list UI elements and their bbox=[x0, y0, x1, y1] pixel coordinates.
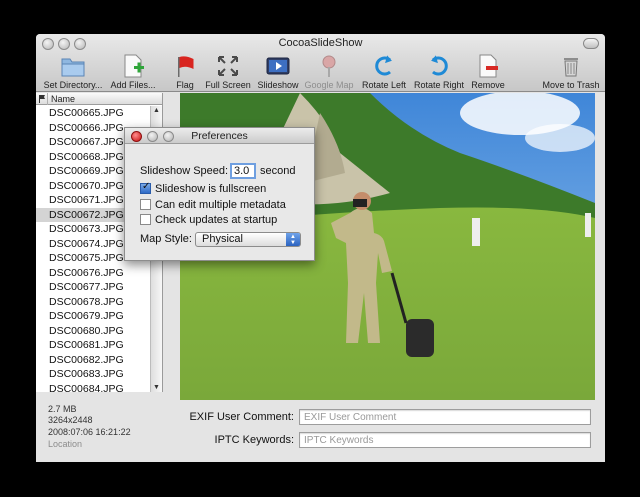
iptc-keywords-label: IPTC Keywords: bbox=[214, 434, 294, 446]
rotate-right-button[interactable]: Rotate Right bbox=[412, 54, 466, 90]
check-updates-checkbox[interactable] bbox=[140, 214, 151, 225]
full-screen-button[interactable]: Full Screen bbox=[204, 54, 252, 90]
window-toolbar: CocoaSlideShow Set Directory... Add File… bbox=[36, 34, 605, 92]
map-style-label: Map Style: bbox=[140, 233, 192, 245]
move-to-trash-button[interactable]: Move to Trash bbox=[538, 54, 604, 90]
flag-button[interactable]: Flag bbox=[172, 54, 198, 90]
rotate-left-button[interactable]: Rotate Left bbox=[360, 54, 408, 90]
speed-unit-label: second bbox=[260, 165, 296, 177]
add-files-button[interactable]: Add Files... bbox=[108, 54, 158, 90]
exif-comment-label: EXIF User Comment: bbox=[189, 411, 294, 423]
file-list-item[interactable]: DSC00676.JPG bbox=[36, 266, 151, 281]
set-directory-button[interactable]: Set Directory... bbox=[38, 54, 108, 90]
file-list-item[interactable]: DSC00684.JPG bbox=[36, 382, 151, 393]
remove-icon bbox=[479, 54, 498, 78]
scroll-down-icon[interactable]: ▼ bbox=[153, 384, 160, 391]
file-list-item[interactable]: DSC00682.JPG bbox=[36, 353, 151, 368]
select-arrows-icon: ▲ ▼ bbox=[286, 233, 300, 246]
trash-icon bbox=[564, 58, 578, 77]
map-style-select[interactable]: Physical ▲ ▼ bbox=[195, 232, 301, 247]
google-map-button[interactable]: Google Map bbox=[304, 54, 354, 90]
fullscreen-option[interactable]: Slideshow is fullscreen bbox=[140, 181, 266, 195]
flag-column-header[interactable] bbox=[36, 93, 48, 105]
scroll-up-icon[interactable]: ▲ bbox=[153, 107, 160, 114]
image-dimensions: 3264x2448 bbox=[48, 415, 93, 425]
exif-comment-input[interactable]: EXIF User Comment bbox=[299, 409, 591, 425]
file-list-item[interactable]: DSC00680.JPG bbox=[36, 324, 151, 339]
file-list-header: Name bbox=[36, 93, 162, 105]
folder-icon bbox=[61, 58, 85, 77]
image-location: Location bbox=[48, 439, 83, 449]
file-list-item[interactable]: DSC00679.JPG bbox=[36, 309, 151, 324]
file-list-item[interactable]: DSC00681.JPG bbox=[36, 338, 151, 353]
file-list-item[interactable]: DSC00665.JPG bbox=[36, 106, 151, 121]
slideshow-speed-label: Slideshow Speed: bbox=[140, 165, 229, 177]
preferences-panel: Preferences Slideshow Speed: 3.0 second … bbox=[124, 127, 315, 261]
remove-button[interactable]: Remove bbox=[468, 54, 508, 90]
rotate-left-icon bbox=[375, 55, 392, 76]
name-column-header[interactable]: Name bbox=[51, 93, 75, 105]
slideshow-icon bbox=[266, 57, 290, 75]
rotate-right-icon bbox=[431, 55, 448, 76]
file-list-item[interactable]: DSC00683.JPG bbox=[36, 367, 151, 382]
flag-icon bbox=[178, 56, 194, 77]
edit-multiple-metadata-option[interactable]: Can edit multiple metadata bbox=[140, 199, 286, 211]
slideshow-button[interactable]: Slideshow bbox=[256, 54, 300, 90]
full-screen-icon bbox=[218, 56, 238, 76]
flag-icon bbox=[39, 95, 45, 103]
fullscreen-checkbox[interactable] bbox=[140, 181, 151, 194]
edit-multiple-metadata-checkbox[interactable] bbox=[140, 199, 151, 210]
iptc-keywords-input[interactable]: IPTC Keywords bbox=[299, 432, 591, 448]
main-window: CocoaSlideShow Set Directory... Add File… bbox=[36, 34, 605, 462]
image-date: 2008:07:06 16:21:22 bbox=[48, 427, 131, 437]
add-file-icon bbox=[124, 54, 144, 78]
check-updates-option[interactable]: Check updates at startup bbox=[140, 214, 277, 226]
slideshow-speed-input[interactable]: 3.0 bbox=[230, 163, 256, 179]
map-pin-icon bbox=[322, 55, 336, 77]
window-title: CocoaSlideShow bbox=[278, 37, 363, 49]
file-list-item[interactable]: DSC00678.JPG bbox=[36, 295, 151, 310]
file-size: 2.7 MB bbox=[48, 404, 77, 414]
preferences-title: Preferences bbox=[191, 130, 248, 142]
file-list-item[interactable]: DSC00677.JPG bbox=[36, 280, 151, 295]
preferences-titlebar[interactable]: Preferences bbox=[125, 128, 314, 144]
file-info: 2.7 MB 3264x2448 2008:07:06 16:21:22 Loc… bbox=[36, 392, 163, 462]
toolbar-toggle-button[interactable] bbox=[583, 38, 599, 49]
